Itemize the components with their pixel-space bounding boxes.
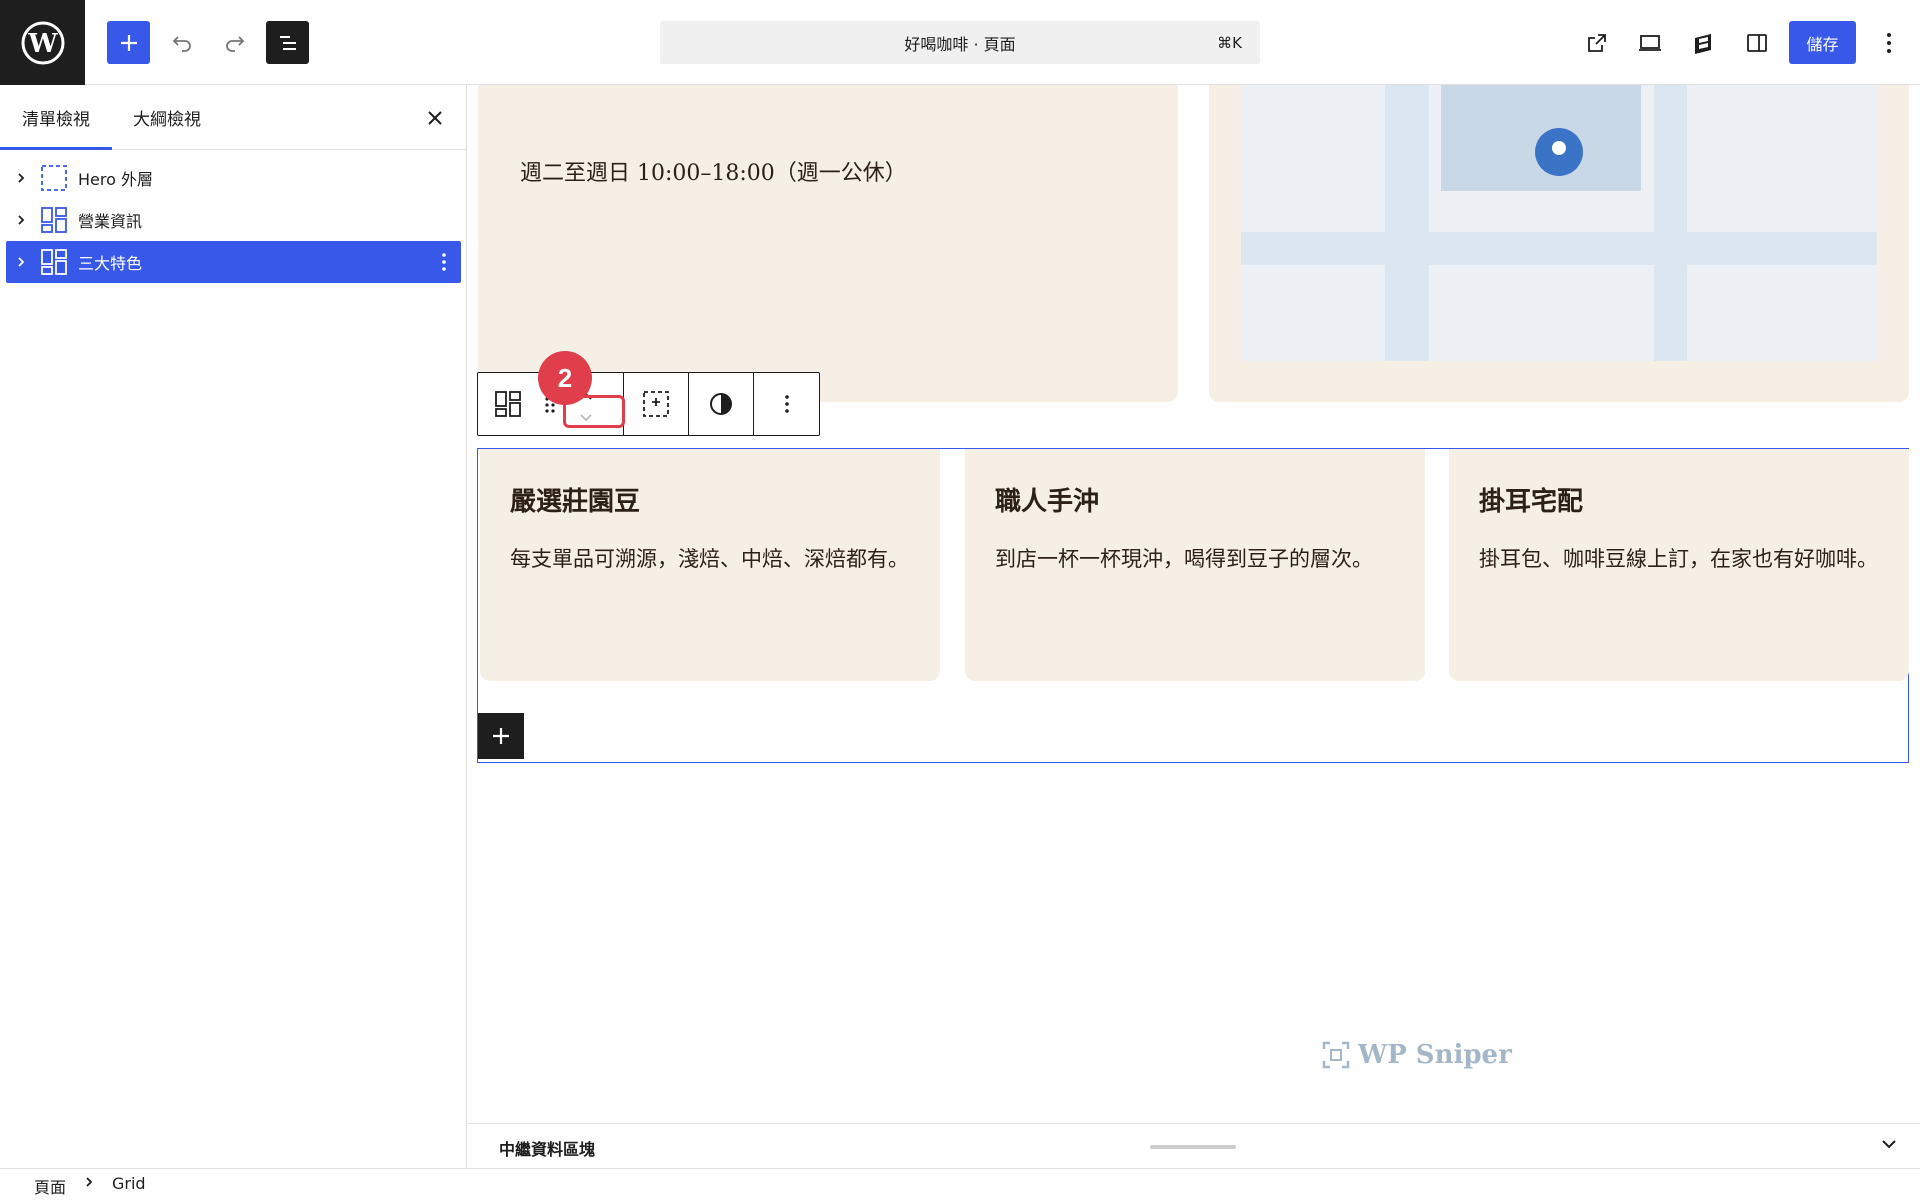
editor-canvas: 週二至週日 10:00–18:00（週一公休） 2 嚴選莊園豆 每支單品可溯源，… xyxy=(468,85,1920,1123)
list-item-label: 三大特色 xyxy=(78,254,143,273)
grid-block-icon[interactable] xyxy=(494,390,522,422)
meta-boxes-panel: 中繼資料區塊 xyxy=(468,1123,1920,1168)
feature-description[interactable]: 掛耳包、咖啡豆線上訂，在家也有好咖啡。 xyxy=(1479,541,1889,578)
plus-icon xyxy=(120,34,137,51)
list-item-hero[interactable]: Hero 外層 xyxy=(6,157,461,199)
document-overview-button[interactable] xyxy=(266,21,309,64)
active-tab-indicator xyxy=(0,147,112,150)
wp-sniper-logo-icon xyxy=(1322,1041,1350,1069)
options-menu-button[interactable] xyxy=(1867,21,1910,64)
resize-handle[interactable] xyxy=(1150,1145,1236,1149)
chevron-right-icon xyxy=(84,1174,94,1193)
breadcrumb-item-page[interactable]: 頁面 xyxy=(34,1174,66,1198)
redo-button[interactable] xyxy=(213,21,256,64)
document-title: 好喝咖啡 · 頁面 xyxy=(904,34,1016,54)
feature-title[interactable]: 職人手沖 xyxy=(995,481,1099,518)
tab-list-view[interactable]: 清單檢視 xyxy=(22,85,90,150)
feature-card[interactable]: 職人手沖 到店一杯一杯現沖，喝得到豆子的層次。 xyxy=(965,449,1425,681)
contrast-icon xyxy=(710,393,732,415)
sidebar-tabs: 清單檢視 大綱檢視 xyxy=(0,85,466,150)
map-road xyxy=(1654,85,1687,361)
list-item-label: Hero 外層 xyxy=(78,170,153,189)
feature-card[interactable]: 嚴選莊園豆 每支單品可溯源，淺焙、中焙、深焙都有。 xyxy=(480,449,940,681)
device-preview-button[interactable] xyxy=(1628,21,1671,64)
block-options-button[interactable] xyxy=(754,373,819,435)
styles-icon xyxy=(1694,33,1711,54)
redo-icon xyxy=(225,35,244,52)
feature-title[interactable]: 掛耳宅配 xyxy=(1479,481,1583,518)
watermark-text: WP Sniper xyxy=(1358,1040,1512,1070)
more-vertical-icon xyxy=(1886,32,1891,53)
wordpress-icon: W xyxy=(21,21,64,64)
map-card[interactable] xyxy=(1209,85,1909,402)
add-block-button[interactable] xyxy=(478,713,524,759)
grid-block-selected[interactable]: 嚴選莊園豆 每支單品可溯源，淺焙、中焙、深焙都有。 職人手沖 到店一杯一杯現沖，… xyxy=(477,448,1909,763)
map-road xyxy=(1241,232,1877,265)
grid-icon xyxy=(36,206,72,234)
settings-sidebar-button[interactable] xyxy=(1735,21,1778,64)
styles-button[interactable] xyxy=(1682,21,1725,64)
watermark: WP Sniper xyxy=(1322,1040,1512,1070)
feature-card[interactable]: 掛耳宅配 掛耳包、咖啡豆線上訂，在家也有好咖啡。 xyxy=(1449,449,1909,681)
external-link-icon xyxy=(1587,33,1606,52)
command-palette-bar[interactable]: 好喝咖啡 · 頁面 ⌘K xyxy=(660,21,1260,64)
list-item-features[interactable]: 三大特色 xyxy=(6,241,461,283)
more-vertical-icon[interactable] xyxy=(441,252,447,276)
map-pin-icon xyxy=(1535,128,1583,176)
block-breadcrumb: 頁面 Grid xyxy=(0,1168,1920,1200)
meta-boxes-label[interactable]: 中繼資料區塊 xyxy=(499,1136,595,1160)
svg-text:W: W xyxy=(27,29,58,59)
feature-description[interactable]: 到店一杯一杯現沖，喝得到豆子的層次。 xyxy=(995,541,1405,578)
select-parent-icon xyxy=(643,391,669,417)
desktop-icon xyxy=(1638,34,1661,51)
plus-icon xyxy=(493,728,509,744)
chevron-down-icon[interactable] xyxy=(1880,1136,1898,1155)
editor-header: W 好喝咖啡 · 頁面 ⌘K 儲存 xyxy=(0,0,1920,85)
wordpress-logo-button[interactable]: W xyxy=(0,0,85,85)
more-vertical-icon xyxy=(784,395,789,413)
feature-description[interactable]: 每支單品可溯源，淺焙、中焙、深焙都有。 xyxy=(510,541,920,578)
list-item-label: 營業資訊 xyxy=(78,212,143,231)
select-parent-button[interactable] xyxy=(624,373,689,435)
expand-chevron-icon[interactable] xyxy=(6,214,36,226)
hours-card[interactable]: 週二至週日 10:00–18:00（週一公休） xyxy=(478,85,1178,402)
close-icon xyxy=(428,111,442,125)
document-overview-sidebar: 清單檢視 大綱檢視 Hero 外層 營業資訊 三大特色 xyxy=(0,85,467,1168)
list-item-business-info[interactable]: 營業資訊 xyxy=(6,199,461,241)
map-image[interactable] xyxy=(1241,85,1877,361)
expand-chevron-icon[interactable] xyxy=(6,256,36,268)
grid-icon xyxy=(36,248,72,276)
feature-title[interactable]: 嚴選莊園豆 xyxy=(510,481,640,518)
tab-outline[interactable]: 大綱檢視 xyxy=(133,85,201,150)
expand-chevron-icon[interactable] xyxy=(6,172,36,184)
close-sidebar-button[interactable] xyxy=(420,103,450,133)
block-toolbar xyxy=(477,372,820,436)
view-page-button[interactable] xyxy=(1575,21,1618,64)
group-icon xyxy=(36,164,72,192)
contrast-button[interactable] xyxy=(689,373,754,435)
opening-hours-text[interactable]: 週二至週日 10:00–18:00（週一公休） xyxy=(520,155,907,187)
map-road xyxy=(1385,85,1429,361)
step-number-badge: 2 xyxy=(538,351,592,405)
shortcut-hint: ⌘K xyxy=(1217,33,1242,52)
sidebar-icon xyxy=(1746,33,1767,52)
list-view-icon xyxy=(279,35,296,50)
save-button[interactable]: 儲存 xyxy=(1789,21,1856,64)
undo-icon xyxy=(172,35,191,52)
undo-button[interactable] xyxy=(160,21,203,64)
breadcrumb-item-grid[interactable]: Grid xyxy=(112,1174,146,1193)
block-inserter-button[interactable] xyxy=(107,21,150,64)
